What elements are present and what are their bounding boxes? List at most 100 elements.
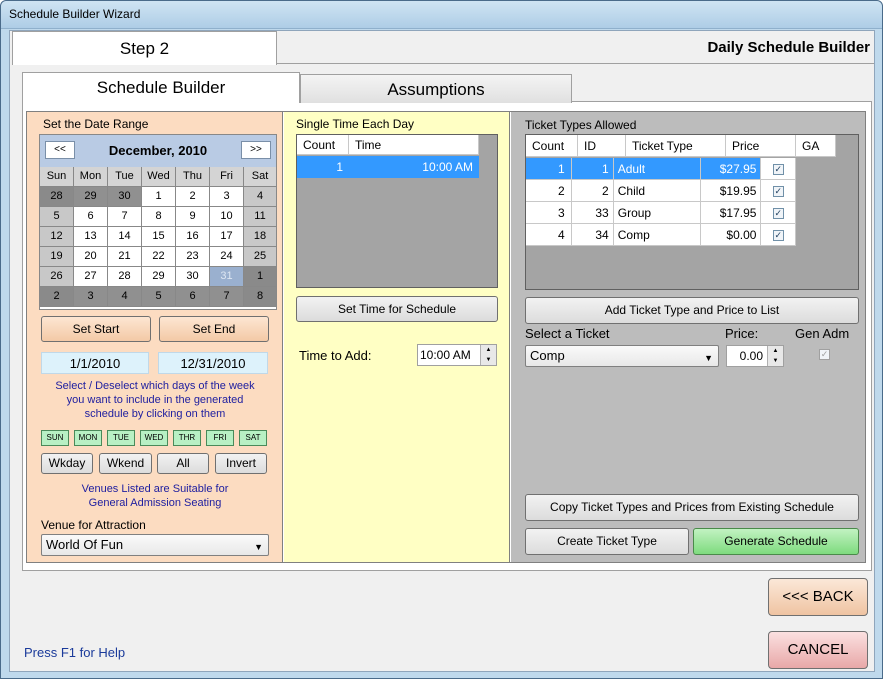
calendar-day[interactable]: 25 [244, 247, 276, 267]
add-ticket-type-button[interactable]: Add Ticket Type and Price to List [525, 297, 859, 324]
calendar-day[interactable]: 8 [142, 207, 176, 227]
times-col-time[interactable]: Time [349, 135, 479, 155]
calendar-day[interactable]: 29 [142, 267, 176, 287]
table-row[interactable]: 3 33 Group $17.95 ✓ [526, 202, 796, 224]
ticket-types-list[interactable]: Count ID Ticket Type Price GA 1 1 Adult … [525, 134, 859, 290]
table-row[interactable]: 2 2 Child $19.95 ✓ [526, 180, 796, 202]
tab-schedule-builder[interactable]: Schedule Builder [22, 72, 300, 103]
times-list[interactable]: Count Time 1 10:00 AM [296, 134, 498, 288]
weekend-button[interactable]: Wkend [99, 453, 152, 474]
checkbox-checked-icon[interactable]: ✓ [772, 208, 784, 220]
generate-schedule-button[interactable]: Generate Schedule [693, 528, 859, 555]
calendar-day[interactable]: 2 [40, 287, 74, 307]
day-toggle-thr[interactable]: THR [173, 430, 201, 446]
calendar-day[interactable]: 3 [210, 187, 244, 207]
calendar-day[interactable]: 28 [108, 267, 142, 287]
calendar-day[interactable]: 6 [176, 287, 210, 307]
tab-assumptions[interactable]: Assumptions [300, 74, 572, 103]
end-date-field[interactable]: 12/31/2010 [158, 352, 268, 374]
calendar-day[interactable]: 17 [210, 227, 244, 247]
invert-days-button[interactable]: Invert [215, 453, 267, 474]
tt-col-ga[interactable]: GA [796, 135, 836, 157]
calendar-day[interactable]: 10 [210, 207, 244, 227]
month-calendar[interactable]: << December, 2010 >> Sun Mon Tue Wed Thu Fri S… [39, 134, 277, 310]
price-stepper[interactable]: 0.00 ▲ ▼ [726, 345, 784, 367]
calendar-day[interactable]: 7 [210, 287, 244, 307]
table-row[interactable]: 1 10:00 AM [297, 156, 479, 178]
calendar-day[interactable]: 5 [142, 287, 176, 307]
calendar-day[interactable]: 3 [74, 287, 108, 307]
all-days-button[interactable]: All [157, 453, 209, 474]
calendar-day[interactable]: 1 [244, 267, 276, 287]
times-col-count[interactable]: Count [297, 135, 349, 155]
tt-col-price[interactable]: Price [726, 135, 796, 157]
table-row[interactable]: 1 1 Adult $27.95 ✓ [526, 158, 796, 180]
create-ticket-type-button[interactable]: Create Ticket Type [525, 528, 689, 555]
day-toggle-mon[interactable]: MON [74, 430, 102, 446]
ticket-select[interactable]: Comp ▼ [525, 345, 719, 367]
day-toggle-fri[interactable]: FRI [206, 430, 234, 446]
calendar-day[interactable]: 7 [108, 207, 142, 227]
table-row[interactable]: 4 34 Comp $0.00 ✓ [526, 224, 796, 246]
day-toggle-sun[interactable]: SUN [41, 430, 69, 446]
calendar-day[interactable]: 4 [244, 187, 276, 207]
weekday-button[interactable]: Wkday [41, 453, 93, 474]
calendar-day[interactable]: 14 [108, 227, 142, 247]
calendar-day[interactable]: 27 [74, 267, 108, 287]
title-bar[interactable]: Schedule Builder Wizard [1, 1, 882, 29]
checkbox-checked-icon[interactable]: ✓ [772, 164, 784, 176]
calendar-day[interactable]: 30 [108, 187, 142, 207]
spin-down-icon[interactable]: ▼ [480, 355, 496, 365]
spin-down-icon[interactable]: ▼ [767, 356, 783, 366]
cancel-button[interactable]: CANCEL [768, 631, 868, 669]
gen-adm-checkbox[interactable]: ✓ [819, 349, 830, 360]
calendar-day[interactable]: 8 [244, 287, 276, 307]
calendar-day[interactable]: 2 [176, 187, 210, 207]
set-end-button[interactable]: Set End [159, 316, 269, 342]
checkbox-checked-icon[interactable]: ✓ [772, 230, 784, 242]
back-button[interactable]: <<< BACK [768, 578, 868, 616]
tt-col-id[interactable]: ID [578, 135, 626, 157]
calendar-day[interactable]: 15 [142, 227, 176, 247]
tt-row-ga[interactable]: ✓ [761, 158, 796, 180]
set-start-button[interactable]: Set Start [41, 316, 151, 342]
next-month-button[interactable]: >> [241, 141, 271, 159]
time-to-add-stepper[interactable]: 10:00 AM ▲ ▼ [417, 344, 497, 366]
set-time-button[interactable]: Set Time for Schedule [296, 296, 498, 322]
calendar-day[interactable]: 19 [40, 247, 74, 267]
day-toggle-sat[interactable]: SAT [239, 430, 267, 446]
spin-up-icon[interactable]: ▲ [767, 346, 783, 356]
start-date-field[interactable]: 1/1/2010 [41, 352, 149, 374]
checkbox-checked-icon[interactable]: ✓ [772, 186, 784, 198]
calendar-day[interactable]: 29 [74, 187, 108, 207]
calendar-day[interactable]: 22 [142, 247, 176, 267]
calendar-day[interactable]: 16 [176, 227, 210, 247]
tt-row-ga[interactable]: ✓ [761, 224, 796, 246]
calendar-day[interactable]: 6 [74, 207, 108, 227]
copy-ticket-types-button[interactable]: Copy Ticket Types and Prices from Existi… [525, 494, 859, 521]
calendar-day[interactable]: 26 [40, 267, 74, 287]
tt-row-ga[interactable]: ✓ [761, 180, 796, 202]
day-toggle-wed[interactable]: WED [140, 430, 168, 446]
calendar-day[interactable]: 5 [40, 207, 74, 227]
calendar-day[interactable]: 1 [142, 187, 176, 207]
calendar-day[interactable]: 30 [176, 267, 210, 287]
calendar-day[interactable]: 13 [74, 227, 108, 247]
calendar-day[interactable]: 4 [108, 287, 142, 307]
tt-col-type[interactable]: Ticket Type [626, 135, 726, 157]
venue-select[interactable]: World Of Fun ▼ [41, 534, 269, 556]
calendar-day[interactable]: 31 [210, 267, 244, 287]
calendar-day[interactable]: 9 [176, 207, 210, 227]
calendar-day[interactable]: 28 [40, 187, 74, 207]
calendar-day[interactable]: 23 [176, 247, 210, 267]
day-toggle-tue[interactable]: TUE [107, 430, 135, 446]
calendar-day[interactable]: 24 [210, 247, 244, 267]
tt-col-count[interactable]: Count [526, 135, 578, 157]
calendar-day[interactable]: 20 [74, 247, 108, 267]
tt-row-ga[interactable]: ✓ [761, 202, 796, 224]
calendar-day[interactable]: 11 [244, 207, 276, 227]
spin-up-icon[interactable]: ▲ [480, 345, 496, 355]
calendar-day[interactable]: 18 [244, 227, 276, 247]
calendar-day[interactable]: 12 [40, 227, 74, 247]
calendar-day[interactable]: 21 [108, 247, 142, 267]
